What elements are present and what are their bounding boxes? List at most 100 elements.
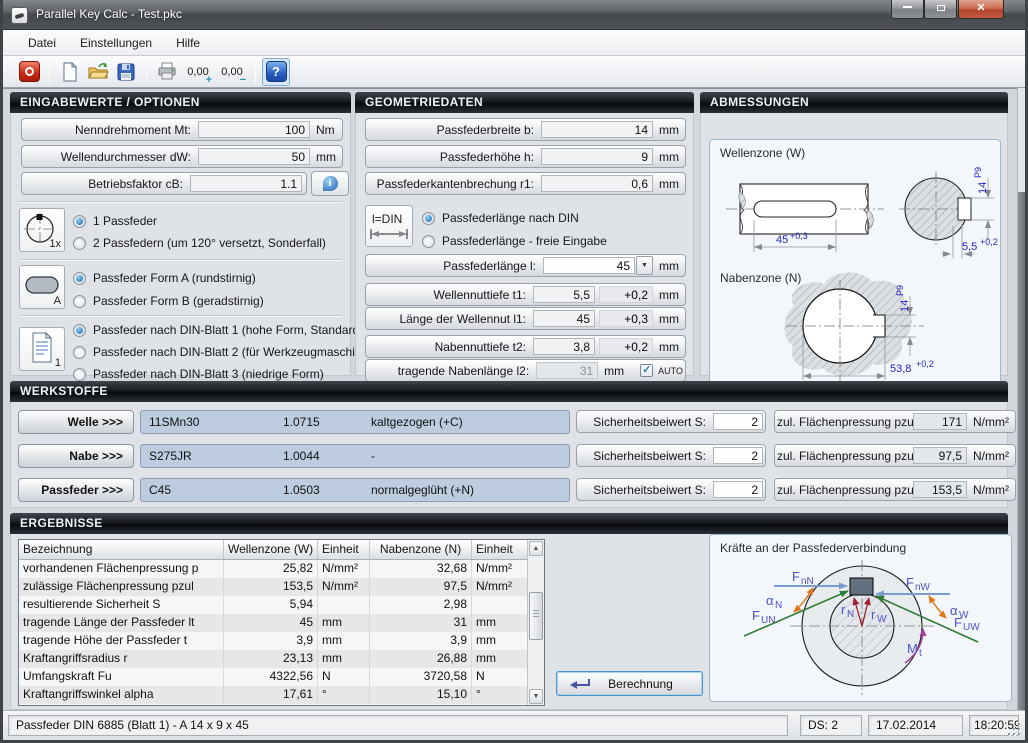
din-sheet-icon-box: 1 (19, 327, 65, 371)
svg-text:F: F (906, 575, 914, 590)
decimals-decrease-button[interactable]: 0,00− (215, 58, 249, 86)
svg-text:14: 14 (899, 300, 911, 312)
svg-text:W: W (959, 610, 969, 621)
table-row[interactable]: tragende Länge der Passfeder lt45mm31mm (19, 614, 527, 632)
hub-groove-depth-input[interactable]: 3,8 (533, 338, 595, 355)
service-factor-input[interactable]: 1.1 (190, 175, 302, 192)
radio-icon (73, 295, 86, 308)
info-icon: i (323, 176, 338, 191)
minimize-icon (903, 5, 912, 8)
hub-safety-row: Sicherheitsbeiwert S: 2 (576, 444, 766, 467)
shaft-diameter-row: Wellendurchmesser dW: 50 mm (21, 145, 343, 168)
radio-form-b[interactable]: Passfeder Form B (geradstirnig) (73, 292, 264, 310)
svg-text:F: F (792, 569, 800, 584)
radio-din-sheet-1[interactable]: Passfeder nach DIN-Blatt 1 (hohe Form, S… (73, 321, 363, 339)
shaft-groove-depth-input[interactable]: 5,5 (533, 286, 595, 303)
radio-length-din[interactable]: Passfederlänge nach DIN (422, 209, 579, 227)
table-scrollbar[interactable]: ▲ ▼ (527, 540, 544, 705)
resize-grip[interactable] (1008, 723, 1021, 736)
open-file-button[interactable] (84, 58, 112, 86)
shaft-material-button[interactable]: Welle >>> (18, 410, 134, 434)
key-width-row: Passfederbreite b: 14 mm (365, 118, 686, 141)
svg-text:nN: nN (801, 576, 814, 587)
title-bar[interactable]: Parallel Key Calc - Test.pkc ✕ (0, 0, 1028, 30)
key-length-input[interactable]: 45 (543, 257, 635, 274)
svg-text:5,5: 5,5 (962, 241, 977, 253)
length-din-icon: l=DIN (366, 206, 412, 246)
radio-one-key[interactable]: 1 Passfeder (73, 212, 157, 230)
key-height-input[interactable]: 9 (541, 148, 653, 165)
svg-text:UW: UW (963, 622, 980, 633)
hub-material-field[interactable]: S275JR 1.0044 - (140, 444, 570, 468)
app-window: Parallel Key Calc - Test.pkc ✕ Datei Ein… (0, 0, 1028, 743)
calculate-button[interactable]: Berechnung (556, 671, 703, 696)
radio-icon-selected (73, 215, 86, 228)
table-row[interactable]: resultierende Sicherheit S5,942,98 (19, 596, 527, 614)
status-bar: Passfeder DIN 6885 (Blatt 1) - A 14 x 9 … (3, 710, 1025, 740)
radio-din-sheet-2[interactable]: Passfeder nach DIN-Blatt 2 (für Werkzeug… (73, 343, 379, 361)
radio-two-keys[interactable]: 2 Passfedern (um 120° versetzt, Sonderfa… (73, 234, 326, 252)
torque-unit: Nm (310, 123, 340, 137)
key-safety-input[interactable]: 2 (713, 481, 763, 498)
hub-length-auto-checkbox[interactable] (640, 364, 653, 377)
scroll-up-button[interactable]: ▲ (529, 541, 543, 556)
key-width-input[interactable]: 14 (541, 121, 653, 138)
menu-datei[interactable]: Datei (17, 32, 67, 54)
table-row[interactable]: vorhandenen Flächenpressung p25,82N/mm²3… (19, 560, 527, 578)
svg-text:α: α (950, 603, 958, 618)
app-icon (11, 7, 28, 24)
svg-text:UN: UN (761, 615, 775, 626)
length-mode-icon-box: l=DIN (365, 205, 413, 247)
key-material-field[interactable]: C45 1.0503 normalgeglüht (+N) (140, 478, 570, 502)
main-content: EINGABEWERTE / OPTIONEN Nenndrehmoment M… (3, 88, 1025, 710)
dimensions-panel: Wellenzone (W) Nabenzone (N) 45 +0,3 (700, 113, 1008, 376)
exit-button[interactable] (15, 58, 43, 86)
torque-input[interactable]: 100 (198, 121, 310, 138)
shaft-material-field[interactable]: 11SMn30 1.0715 kaltgezogen (+C) (140, 410, 570, 434)
service-factor-label: Betriebsfaktor cB: (24, 177, 190, 191)
key-chamfer-row: Passfederkantenbrechung r1: 0,6 mm (365, 172, 686, 195)
new-file-button[interactable] (56, 58, 84, 86)
table-row[interactable]: Umfangskraft Fu4322,56N3720,58N (19, 668, 527, 686)
save-button[interactable] (112, 58, 140, 86)
radio-icon-selected (73, 272, 86, 285)
maximize-icon (937, 5, 945, 11)
table-row[interactable]: zulässige Flächenpressung pzul153,5N/mm²… (19, 578, 527, 596)
status-ds: DS: 2 (800, 715, 862, 736)
key-length-dropdown-button[interactable]: ▼ (636, 256, 653, 275)
hub-material-button[interactable]: Nabe >>> (18, 444, 134, 468)
shaft-diameter-input[interactable]: 50 (198, 148, 310, 165)
key-chamfer-input[interactable]: 0,6 (541, 175, 653, 192)
menu-einstellungen[interactable]: Einstellungen (69, 32, 163, 54)
print-button[interactable] (153, 58, 181, 86)
table-row[interactable]: Kraftangriffswinkel alpha17,61°15,10° (19, 686, 527, 704)
radio-icon-selected (422, 212, 435, 225)
materials-section-header: WERKSTOFFE (10, 381, 1008, 402)
scroll-down-button[interactable]: ▼ (529, 689, 543, 704)
shaft-safety-input[interactable]: 2 (713, 413, 763, 430)
radio-form-a[interactable]: Passfeder Form A (rundstirnig) (73, 269, 256, 287)
scrollbar-thumb[interactable] (529, 592, 543, 640)
results-table-header: Bezeichnung Wellenzone (W) Einheit Naben… (19, 540, 527, 560)
table-row[interactable]: tragende Höhe der Passfeder t3,9mm3,9mm (19, 632, 527, 650)
help-button[interactable]: ? (262, 58, 290, 86)
hub-safety-input[interactable]: 2 (713, 447, 763, 464)
scrollbar-thumb[interactable] (1018, 192, 1025, 710)
maximize-button[interactable] (924, 0, 957, 19)
shaft-groove-length-tolerance: +0,3 (599, 310, 653, 327)
close-button[interactable]: ✕ (958, 0, 1004, 19)
shaft-groove-length-input[interactable]: 45 (533, 310, 595, 327)
minimize-button[interactable] (891, 0, 924, 19)
decimals-increase-button[interactable]: 0,00+ (181, 58, 215, 86)
hub-pressure-value: 97,5 (913, 447, 967, 464)
menu-hilfe[interactable]: Hilfe (165, 32, 211, 54)
hub-length-input[interactable]: 31 (536, 362, 598, 379)
technical-drawing: 45 +0,3 14 P9 5,5 +0,2 (710, 140, 1000, 390)
service-factor-info-button[interactable]: i (311, 171, 349, 196)
key-material-button[interactable]: Passfeder >>> (18, 478, 134, 502)
radio-length-free[interactable]: Passfederlänge - freie Eingabe (422, 232, 607, 250)
shaft-pressure-value: 171 (913, 413, 967, 430)
table-row[interactable]: Kraftangriffsradius r23,13mm26,88mm (19, 650, 527, 668)
results-panel: Bezeichnung Wellenzone (W) Einheit Naben… (10, 534, 1008, 710)
window-scrollbar[interactable] (1017, 88, 1025, 710)
